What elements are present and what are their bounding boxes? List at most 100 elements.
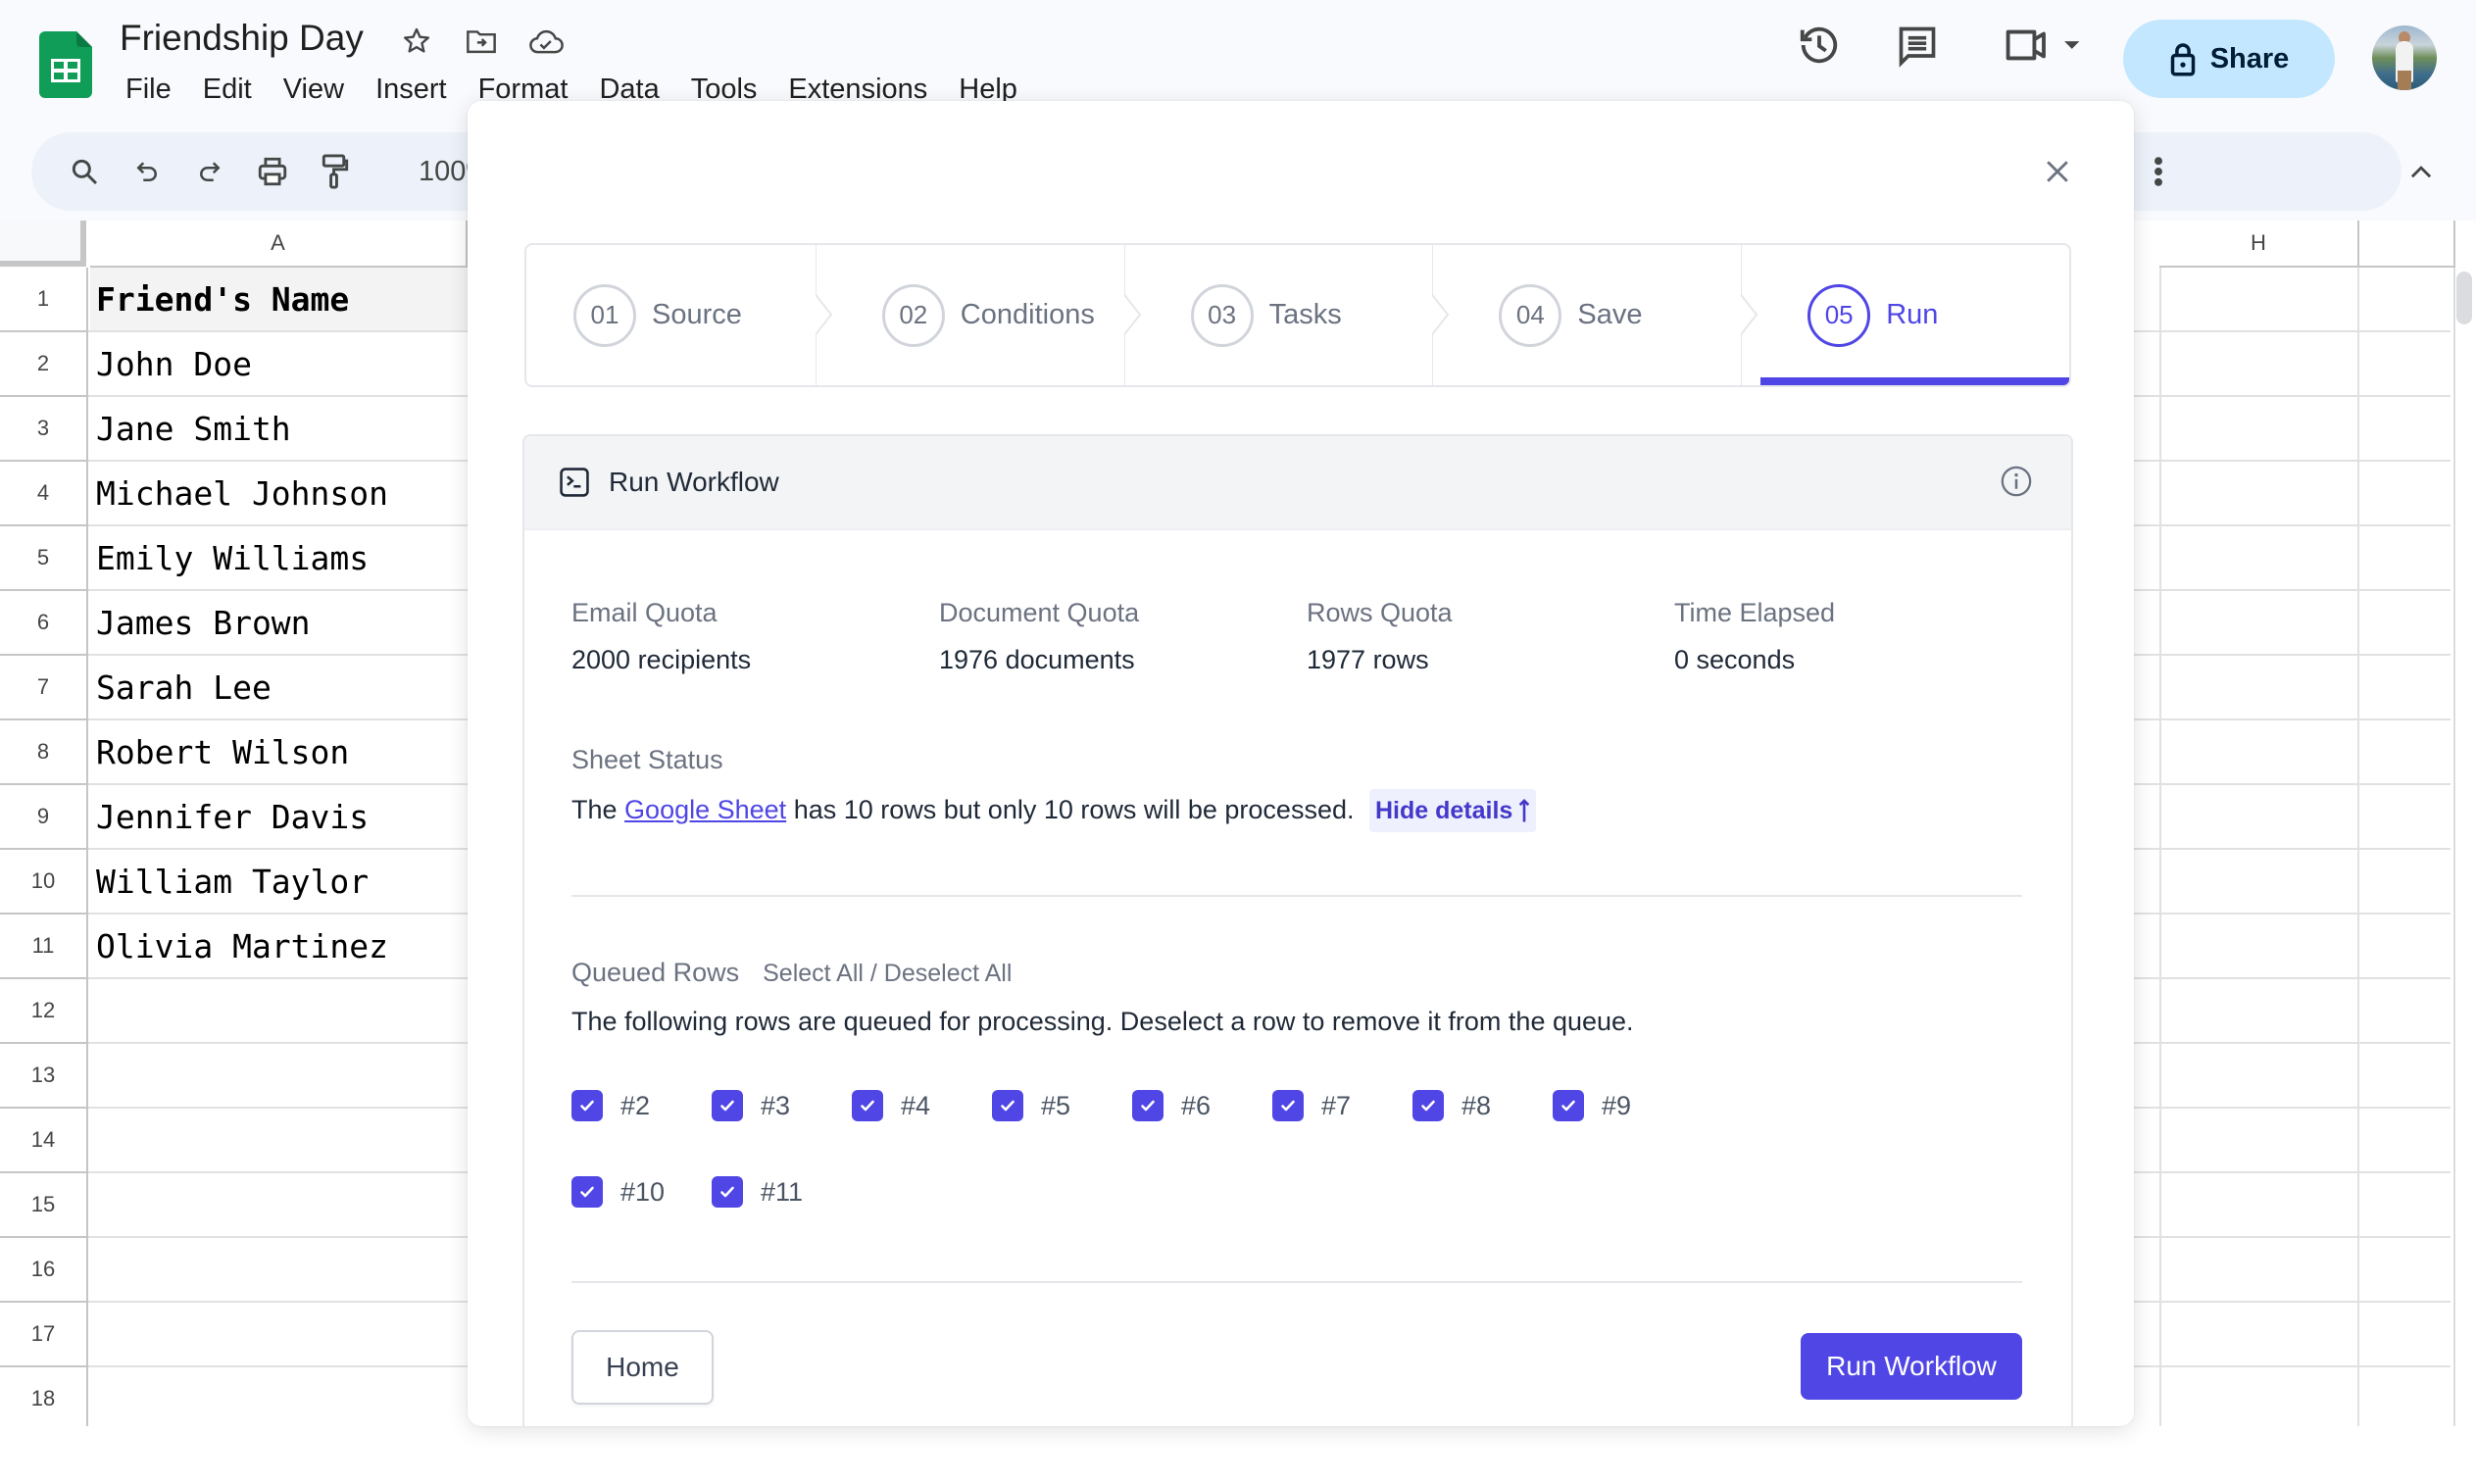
user-avatar[interactable] [2372,25,2437,90]
checkbox-checked-icon[interactable] [1553,1090,1584,1121]
row-header[interactable]: 15 [0,1173,88,1238]
row-header[interactable]: 2 [0,332,88,397]
cell-a[interactable]: John Doe [90,332,468,395]
document-title[interactable]: Friendship Day [120,18,364,59]
select-all-corner[interactable] [0,221,86,267]
hide-details-toggle[interactable]: Hide details [1369,789,1537,832]
paint-format-icon[interactable] [316,152,355,191]
row-header[interactable]: 1 [0,268,88,332]
run-workflow-button[interactable]: Run Workflow [1801,1333,2022,1400]
collapse-menus-icon[interactable] [2402,152,2441,191]
queued-row-checkbox[interactable]: #5 [992,1090,1132,1121]
step-tasks[interactable]: 03 Tasks [1144,245,1453,385]
home-button[interactable]: Home [571,1330,714,1405]
cell-a[interactable]: James Brown [90,591,468,654]
row-header[interactable]: 13 [0,1044,88,1109]
version-history-icon[interactable] [1794,20,1845,71]
cell-a[interactable]: Robert Wilson [90,720,468,783]
info-button[interactable] [1999,464,2034,499]
step-number: 03 [1190,283,1254,347]
queued-row-checkbox[interactable]: #9 [1553,1090,1693,1121]
share-button[interactable]: Share [2123,20,2335,98]
row-header[interactable]: 11 [0,915,88,979]
row-header[interactable]: 16 [0,1238,88,1303]
checkbox-checked-icon[interactable] [571,1176,603,1208]
row-header[interactable]: 9 [0,785,88,850]
row-header[interactable]: 18 [0,1367,88,1432]
cell-a[interactable]: Friend's Name [90,268,468,330]
row-header[interactable]: 7 [0,656,88,720]
queued-row-checkbox[interactable]: #2 [571,1090,712,1121]
row-header[interactable]: 17 [0,1303,88,1367]
move-folder-icon[interactable] [462,22,501,61]
vertical-scrollbar[interactable] [2456,272,2472,324]
column-header-i[interactable] [2359,221,2455,268]
status-prefix: The [571,795,618,824]
menu-edit[interactable]: Edit [187,69,268,110]
undo-icon[interactable] [127,152,167,191]
more-options-icon[interactable] [2149,154,2168,189]
row-header[interactable]: 12 [0,979,88,1044]
queued-row-checkbox[interactable]: #8 [1412,1090,1553,1121]
star-icon[interactable] [397,22,436,61]
arrow-up-icon [1519,799,1530,822]
checkbox-checked-icon[interactable] [1132,1090,1164,1121]
checkbox-checked-icon[interactable] [571,1090,603,1121]
checkbox-checked-icon[interactable] [852,1090,883,1121]
cell-a[interactable]: Michael Johnson [90,462,468,524]
cell-a[interactable]: Olivia Martinez [90,915,468,977]
quota-value: 0 seconds [1674,645,1796,674]
row-header[interactable]: 6 [0,591,88,656]
step-save[interactable]: 04 Save [1452,245,1760,385]
queued-row-checkbox[interactable]: #4 [852,1090,992,1121]
quota-value: 2000 recipients [571,645,752,674]
menu-file[interactable]: File [110,69,187,110]
menu-insert[interactable]: Insert [360,69,463,110]
select-all-toggle[interactable]: Select All / Deselect All [763,960,1012,988]
close-modal-button[interactable] [2036,150,2079,193]
row-header[interactable]: 8 [0,720,88,785]
cell-a[interactable] [90,1303,468,1365]
step-conditions[interactable]: 02 Conditions [835,245,1144,385]
sheets-logo-icon[interactable] [39,31,92,98]
step-label: Run [1886,299,1939,330]
comments-icon[interactable] [1892,20,1943,71]
checkbox-checked-icon[interactable] [1412,1090,1444,1121]
cell-a[interactable] [90,1109,468,1171]
checkbox-checked-icon[interactable] [992,1090,1023,1121]
cell-a[interactable]: Jane Smith [90,397,468,460]
queued-row-checkbox[interactable]: #7 [1272,1090,1412,1121]
column-header-h[interactable]: H [2159,221,2359,268]
search-menus-icon[interactable] [65,152,104,191]
cell-a[interactable]: Jennifer Davis [90,785,468,848]
checkbox-checked-icon[interactable] [1272,1090,1304,1121]
row-header[interactable]: 3 [0,397,88,462]
meet-video-icon[interactable] [2000,20,2088,71]
column-header-a[interactable]: A [90,221,468,268]
checkbox-checked-icon[interactable] [712,1176,743,1208]
row-header[interactable]: 5 [0,526,88,591]
queued-row-checkbox[interactable]: #6 [1132,1090,1272,1121]
row-header[interactable]: 4 [0,462,88,526]
row-header[interactable]: 10 [0,850,88,915]
menu-view[interactable]: View [268,69,360,110]
cell-a[interactable] [90,979,468,1042]
row-header[interactable]: 14 [0,1109,88,1173]
cell-a[interactable] [90,1044,468,1107]
queued-row-checkbox[interactable]: #3 [712,1090,852,1121]
redo-icon[interactable] [190,152,229,191]
checkbox-checked-icon[interactable] [712,1090,743,1121]
print-icon[interactable] [253,152,292,191]
cell-a[interactable]: Emily Williams [90,526,468,589]
cell-a[interactable]: Sarah Lee [90,656,468,718]
cell-a[interactable]: William Taylor [90,850,468,913]
cell-a[interactable] [90,1238,468,1301]
cell-a[interactable] [90,1173,468,1236]
cell-a[interactable] [90,1367,468,1430]
google-sheet-link[interactable]: Google Sheet [624,795,786,824]
step-source[interactable]: 01 Source [526,245,835,385]
cloud-saved-icon[interactable] [526,22,566,61]
queued-row-checkbox[interactable]: #10 [571,1176,712,1208]
queued-row-checkbox[interactable]: #11 [712,1176,852,1208]
step-run[interactable]: 05 Run [1760,245,2069,385]
